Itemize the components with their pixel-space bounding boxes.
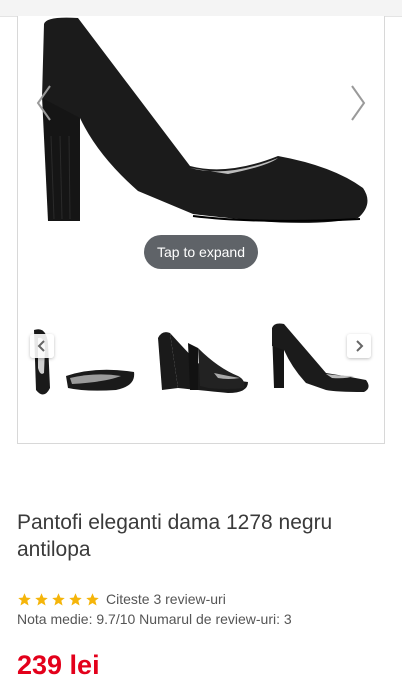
star-icon <box>52 592 65 605</box>
thumb-side-view[interactable] <box>266 318 376 404</box>
next-image-arrow[interactable] <box>342 78 372 128</box>
thumbnail-prev-button[interactable] <box>30 334 54 358</box>
rating-stars <box>17 592 100 607</box>
rating-summary: Nota medie: 9.7/10 Numarul de review-uri… <box>17 611 292 627</box>
top-bar <box>0 0 402 17</box>
thumb-front-angle-view[interactable] <box>148 318 258 404</box>
previous-image-arrow[interactable] <box>30 78 60 128</box>
product-price: 239 lei <box>17 650 100 680</box>
star-icon <box>69 592 82 605</box>
star-icon <box>35 592 48 605</box>
thumbnail-next-button[interactable] <box>347 334 371 358</box>
product-gallery: Tap to expand <box>17 16 385 444</box>
read-reviews-link[interactable]: Citeste 3 review-uri <box>106 591 226 607</box>
rating-row: Citeste 3 review-uri <box>17 589 226 609</box>
star-icon <box>86 592 99 605</box>
thumbnail-strip <box>18 308 384 418</box>
star-icon <box>18 592 31 605</box>
chevron-left-icon <box>37 340 45 352</box>
product-title: Pantofi eleganti dama 1278 negru antilop… <box>17 511 333 561</box>
tap-to-expand-button[interactable]: Tap to expand <box>144 235 258 269</box>
tap-to-expand-label: Tap to expand <box>157 244 245 260</box>
thumb-top-and-sole-view[interactable] <box>26 318 136 404</box>
chevron-right-icon <box>356 340 364 352</box>
